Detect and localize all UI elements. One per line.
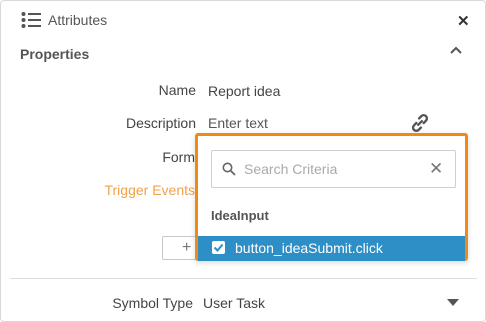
checkmark-icon — [213, 243, 224, 252]
name-label: Name — [158, 82, 196, 98]
plus-icon: + — [182, 239, 192, 256]
option-item[interactable]: button_ideaSubmit.click — [198, 236, 465, 261]
symbol-type-value[interactable]: User Task — [203, 295, 265, 311]
close-icon[interactable]: ✕ — [457, 12, 470, 30]
search-input[interactable] — [244, 159, 424, 179]
chevron-up-icon[interactable] — [449, 45, 463, 55]
trigger-events-label: Trigger Events — [104, 182, 195, 198]
panel-title: Attributes — [48, 12, 108, 28]
caret-down-icon[interactable] — [447, 299, 459, 307]
description-field[interactable]: Enter text — [208, 115, 268, 131]
option-checkbox[interactable] — [212, 241, 225, 254]
description-label: Description — [125, 115, 196, 131]
name-value[interactable]: Report idea — [208, 83, 280, 99]
trigger-events-dropdown: ✕ IdeaInput button_ideaSubmit.click — [195, 133, 468, 261]
clear-search-icon[interactable]: ✕ — [429, 159, 443, 179]
list-icon — [21, 12, 41, 28]
link-icon[interactable] — [409, 112, 431, 134]
panel-header: Attributes ✕ — [1, 1, 485, 39]
option-label: button_ideaSubmit.click — [235, 240, 383, 256]
properties-section-title: Properties — [20, 46, 90, 62]
divider — [10, 278, 477, 279]
search-icon — [222, 162, 236, 176]
search-box: ✕ — [211, 150, 456, 188]
symbol-type-label: Symbol Type — [112, 295, 193, 311]
option-group-header: IdeaInput — [211, 208, 269, 223]
form-label: Form — [162, 149, 195, 165]
